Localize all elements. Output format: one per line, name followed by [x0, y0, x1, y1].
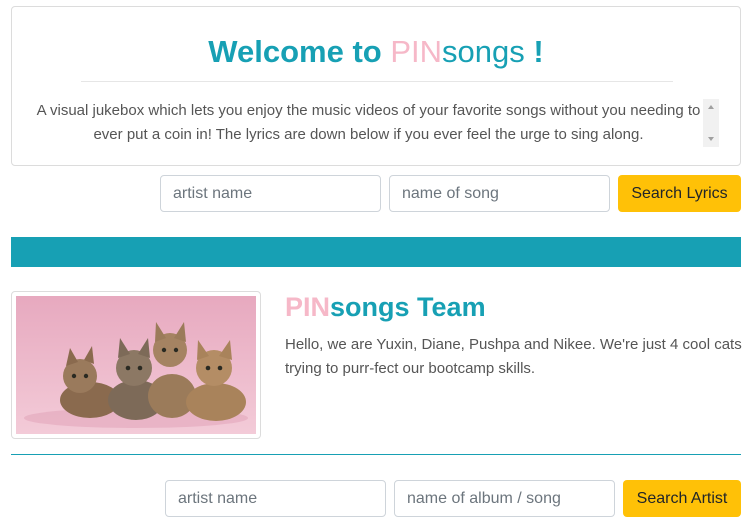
welcome-title: Welcome to PINsongs !: [12, 34, 740, 70]
artist-search-artist-input[interactable]: [165, 480, 386, 517]
description-scrollbar[interactable]: [703, 99, 719, 147]
artist-search-album-input[interactable]: [394, 480, 615, 517]
scroll-up-arrow-icon[interactable]: [708, 105, 714, 109]
welcome-title-songs: songs: [442, 34, 525, 69]
team-kittens-photo: [16, 296, 256, 434]
welcome-title-welcome: Welcome to: [208, 34, 382, 69]
welcome-card: Welcome to PINsongs ! A visual jukebox w…: [11, 6, 741, 166]
scroll-down-arrow-icon[interactable]: [708, 137, 714, 141]
search-artist-button[interactable]: Search Artist: [623, 480, 741, 517]
welcome-divider: [81, 81, 673, 82]
team-title-team: Team: [417, 292, 486, 322]
team-description: Hello, we are Yuxin, Diane, Pushpa and N…: [285, 336, 742, 377]
lyrics-song-input[interactable]: [389, 175, 610, 212]
lyrics-artist-input[interactable]: [160, 175, 381, 212]
team-photo-frame: [11, 291, 261, 439]
welcome-title-bang: !: [533, 34, 544, 69]
team-title: PINsongs Team: [285, 292, 486, 323]
teal-banner: [11, 237, 741, 267]
team-title-songs: songs: [330, 292, 410, 322]
team-title-pin: PIN: [285, 292, 331, 322]
welcome-description: A visual jukebox which lets you enjoy th…: [36, 102, 701, 143]
section-divider: [11, 454, 741, 455]
welcome-title-pin: PIN: [390, 34, 443, 69]
search-lyrics-button[interactable]: Search Lyrics: [618, 175, 741, 212]
